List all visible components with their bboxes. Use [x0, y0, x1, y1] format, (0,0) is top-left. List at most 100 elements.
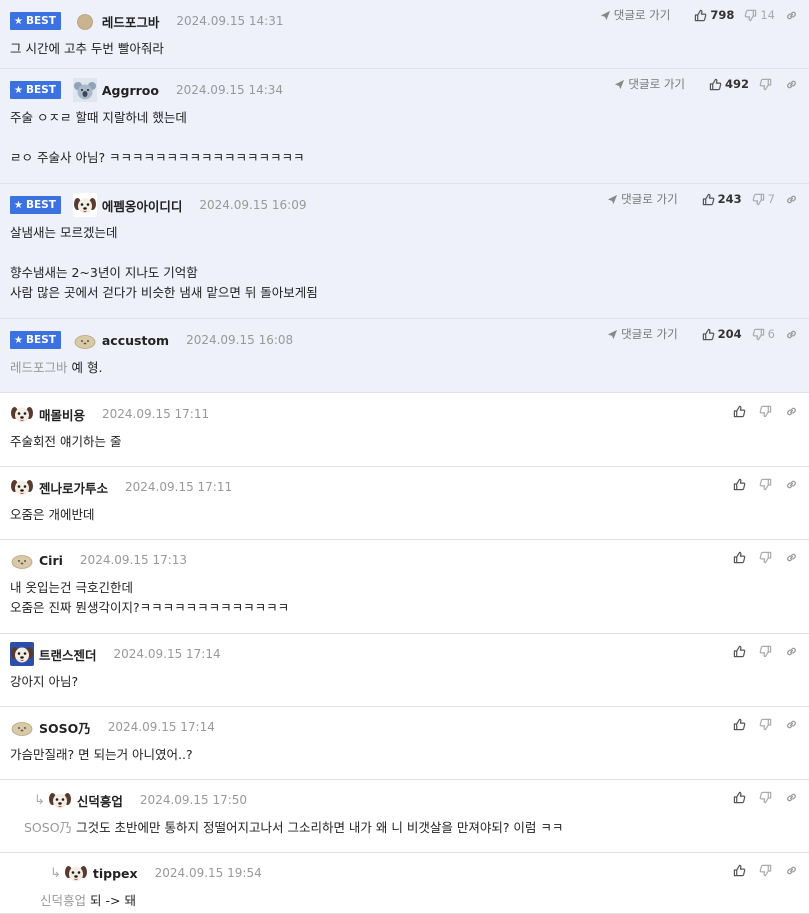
mention-link[interactable]: 신덕흥업	[40, 893, 86, 908]
comment-text: 그것도 초반에만 통하지 정떨어지고나서 그소리하면 내가 왜 니 비갯살을 만…	[76, 820, 564, 835]
avatar[interactable]	[72, 78, 97, 102]
comment-body: SOSO乃 그것도 초반에만 통하지 정떨어지고나서 그소리하면 내가 왜 니 비…	[24, 818, 563, 838]
go-to-comment-link[interactable]: 댓글로 가기	[607, 191, 678, 207]
comment-date: 2024.09.15 19:54	[154, 866, 262, 880]
thumbs-up-icon	[702, 328, 718, 341]
copy-link-button[interactable]	[785, 328, 801, 341]
link-icon	[785, 328, 801, 341]
link-icon	[785, 478, 801, 491]
downvote-button[interactable]	[759, 478, 775, 491]
upvote-button[interactable]	[733, 791, 749, 804]
downvote-button[interactable]: 14	[744, 8, 775, 22]
comment-body: 레드포그바 예 형.	[10, 358, 102, 378]
copy-link-button[interactable]	[785, 864, 801, 877]
downvote-button[interactable]: 6	[752, 327, 775, 341]
thumbs-up-icon	[733, 864, 749, 877]
copy-link-button[interactable]	[785, 78, 801, 91]
downvote-button[interactable]	[759, 718, 775, 731]
comment-date: 2024.09.15 17:50	[139, 793, 248, 807]
avatar[interactable]	[72, 193, 97, 217]
copy-link-button[interactable]	[785, 645, 801, 658]
comment-text: ㄹㅇ 주술사 아님? ㅋㅋㅋㅋㅋㅋㅋㅋㅋㅋㅋㅋㅋㅋㅋㅋㅋ	[10, 150, 305, 165]
avatar[interactable]	[10, 548, 34, 572]
author-nickname[interactable]: accustom	[102, 333, 169, 348]
link-icon	[785, 791, 801, 804]
best-badge: ★ BEST	[10, 12, 61, 30]
go-to-comment-link[interactable]: 댓글로 가기	[600, 7, 671, 23]
star-icon: ★	[14, 15, 23, 27]
avatar[interactable]	[73, 9, 97, 33]
comment-body: 그 시간에 고추 두번 빨아줘라	[10, 39, 164, 59]
comment-date: 2024.09.15 17:11	[125, 480, 233, 494]
go-to-comment-link[interactable]: 댓글로 가기	[607, 326, 678, 342]
thumbs-up-icon	[733, 551, 749, 564]
thumbs-up-icon	[733, 791, 749, 804]
upvote-button[interactable]	[733, 551, 749, 564]
avatar[interactable]	[10, 715, 34, 739]
avatar[interactable]	[63, 861, 88, 885]
downvote-button[interactable]	[759, 864, 775, 877]
author-nickname[interactable]: 레드포그바	[102, 12, 160, 31]
reply-arrow-icon: ↳	[34, 792, 45, 808]
copy-link-button[interactable]	[785, 405, 801, 418]
upvote-button[interactable]: 492	[709, 77, 749, 91]
comment-header: ★ BEST accustom 2024.09.15 16:08	[10, 330, 293, 350]
copy-link-button[interactable]	[785, 9, 801, 22]
copy-link-button[interactable]	[785, 791, 801, 804]
thumbs-down-icon	[759, 551, 775, 564]
downvote-button[interactable]	[759, 645, 775, 658]
upvote-button[interactable]: 204	[702, 327, 742, 341]
downvote-button[interactable]	[759, 551, 775, 564]
upvote-button[interactable]	[733, 478, 749, 491]
downvote-button[interactable]	[759, 78, 775, 91]
copy-link-button[interactable]	[785, 193, 801, 206]
upvote-button[interactable]	[733, 405, 749, 418]
author-nickname[interactable]: 신덕흥업	[77, 791, 123, 810]
avatar[interactable]	[10, 402, 34, 426]
go-to-comment-link[interactable]: 댓글로 가기	[614, 76, 685, 92]
downvote-button[interactable]: 7	[752, 192, 775, 206]
comment-text-line: 내 옷입는건 극호긴한데	[10, 578, 289, 598]
mention-link[interactable]: 레드포그바	[10, 360, 68, 375]
upvote-button[interactable]	[733, 718, 749, 731]
comment-text: 강아지 아님?	[10, 674, 79, 689]
best-comment: ★ BEST 에펨옹아이디디 2024.09.15 16:09 댓글로 가기 243 7 살냄…	[0, 184, 809, 319]
author-nickname[interactable]: Aggrroo	[102, 83, 159, 98]
comment-header: Ciri 2024.09.15 17:13	[10, 550, 187, 570]
author-nickname[interactable]: Ciri	[39, 553, 63, 568]
avatar[interactable]	[47, 788, 72, 812]
upvote-count: 243	[717, 192, 742, 206]
upvote-button[interactable]	[733, 864, 749, 877]
downvote-button[interactable]	[759, 791, 775, 804]
comment-body: 내 옷입는건 극호긴한데 오줌은 진짜 뭔생각이지?ㅋㅋㅋㅋㅋㅋㅋㅋㅋㅋㅋㅋㅋ	[10, 578, 289, 618]
comment-text-line: ㄹㅇ 주술사 아님? ㅋㅋㅋㅋㅋㅋㅋㅋㅋㅋㅋㅋㅋㅋㅋㅋㅋ	[10, 148, 305, 168]
author-nickname[interactable]: tippex	[93, 866, 138, 881]
avatar[interactable]	[10, 475, 34, 499]
avatar[interactable]	[73, 328, 97, 352]
author-nickname[interactable]: 매몰비용	[39, 405, 85, 424]
downvote-button[interactable]	[759, 405, 775, 418]
copy-link-button[interactable]	[785, 478, 801, 491]
upvote-button[interactable]: 798	[694, 8, 734, 22]
comment-actions	[723, 645, 801, 658]
author-nickname[interactable]: 트랜스젠더	[39, 645, 97, 664]
thumbs-down-icon	[752, 328, 768, 341]
comment-text: 주술 ㅇㅈㄹ 할때 지랄하네 했는데	[10, 110, 187, 125]
mention-link[interactable]: SOSO乃	[24, 820, 72, 835]
thumbs-down-icon	[759, 405, 775, 418]
author-nickname[interactable]: 에펨옹아이디디	[102, 196, 183, 215]
thumbs-down-icon	[752, 193, 768, 206]
upvote-button[interactable]	[733, 645, 749, 658]
copy-link-button[interactable]	[785, 718, 801, 731]
avatar[interactable]	[10, 642, 34, 666]
author-nickname[interactable]: 젠나로가투소	[39, 478, 108, 497]
thumbs-up-icon	[733, 405, 749, 418]
go-to-comment-label: 댓글로 가기	[613, 8, 671, 22]
link-icon	[785, 551, 801, 564]
downvote-count: 14	[760, 8, 775, 22]
upvote-button[interactable]: 243	[702, 192, 742, 206]
comment-text-line: 살냄새는 모르겠는데	[10, 223, 318, 243]
author-nickname[interactable]: SOSO乃	[39, 718, 91, 737]
comment-header: ★ BEST 에펨옹아이디디 2024.09.15 16:09	[10, 193, 307, 217]
copy-link-button[interactable]	[785, 551, 801, 564]
